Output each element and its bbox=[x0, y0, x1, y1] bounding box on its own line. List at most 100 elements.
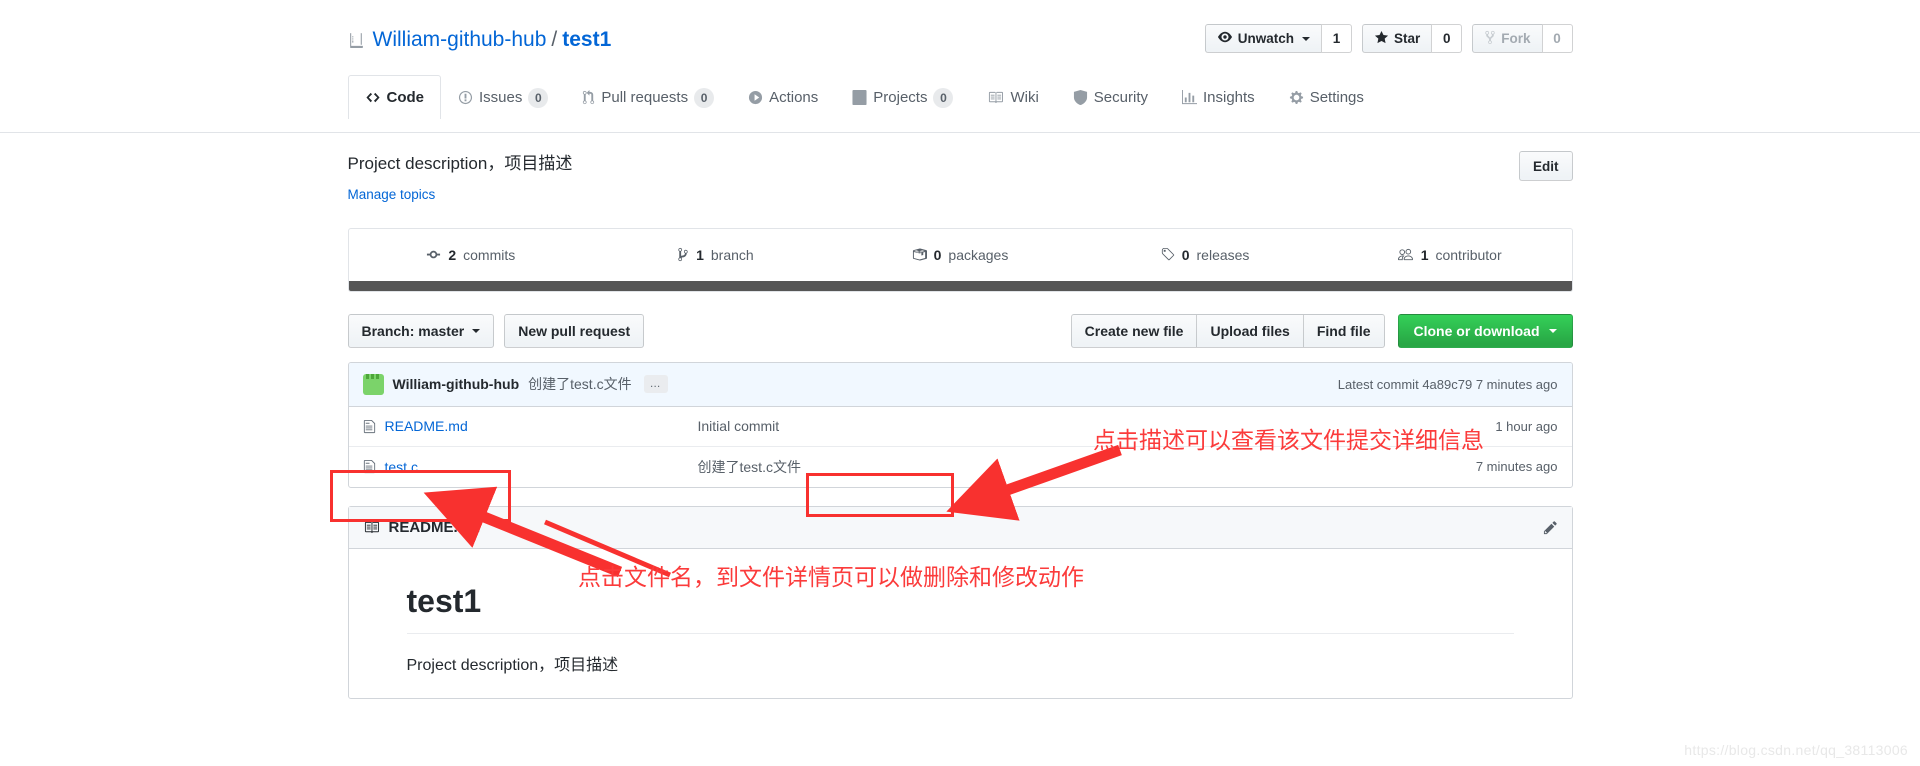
file-actions-bar: Branch: master New pull request Create n… bbox=[347, 313, 1573, 348]
gear-icon bbox=[1289, 90, 1304, 105]
latest-commit-row: William-github-hub 创建了test.c文件 … Latest … bbox=[348, 362, 1572, 407]
readme-paragraph: Project description，项目描述 bbox=[406, 656, 619, 674]
stat-branches[interactable]: 1 branch bbox=[593, 229, 838, 281]
clone-or-download-button[interactable]: Clone or download bbox=[1397, 313, 1573, 348]
code-icon bbox=[365, 90, 381, 105]
readme-heading: test1 bbox=[406, 581, 1514, 634]
repo-name-link[interactable]: test1 bbox=[562, 28, 611, 51]
file-commit-message-readme[interactable]: Initial commit bbox=[698, 418, 780, 434]
tab-code[interactable]: Code bbox=[347, 75, 441, 119]
stat-commits-label: commits bbox=[463, 246, 516, 263]
latest-commit-sha[interactable]: 4a89c79 bbox=[1422, 377, 1472, 392]
tag-icon bbox=[1160, 247, 1175, 262]
unwatch-button[interactable]: Unwatch bbox=[1204, 24, 1321, 53]
repo-description: Project description，项目描述 bbox=[347, 154, 573, 173]
star-label: Star bbox=[1393, 30, 1421, 46]
book-icon bbox=[363, 520, 380, 535]
tab-wiki-label: Wiki bbox=[1010, 89, 1039, 106]
tab-security[interactable]: Security bbox=[1056, 75, 1165, 119]
tab-projects-label: Projects bbox=[873, 89, 928, 106]
tab-issues-label: Issues bbox=[479, 89, 523, 106]
new-pull-request-button[interactable]: New pull request bbox=[504, 313, 645, 348]
git-pull-request-icon bbox=[582, 90, 595, 105]
eye-icon bbox=[1217, 30, 1233, 47]
latest-commit-label: Latest commit bbox=[1337, 376, 1419, 392]
repo-header-actions: Unwatch 1 Star 0 Fork 0 bbox=[1204, 24, 1573, 53]
commit-message-link[interactable]: 创建了test.c文件 bbox=[528, 374, 631, 394]
file-time-readme: 1 hour ago bbox=[1495, 418, 1558, 434]
readme-header: README.md bbox=[348, 506, 1572, 549]
file-icon bbox=[363, 419, 376, 434]
tab-insights-label: Insights bbox=[1202, 89, 1255, 106]
avatar bbox=[362, 373, 384, 395]
watch-count[interactable]: 1 bbox=[1320, 24, 1352, 53]
file-list-box: William-github-hub 创建了test.c文件 … Latest … bbox=[347, 361, 1573, 488]
commit-icon bbox=[426, 247, 441, 262]
tab-issues-count: 0 bbox=[528, 87, 549, 108]
stat-branches-number: 1 bbox=[696, 246, 704, 263]
chevron-down-icon bbox=[472, 328, 481, 333]
edit-description-button[interactable]: Edit bbox=[1519, 151, 1573, 181]
tab-settings-label: Settings bbox=[1309, 89, 1364, 106]
pencil-icon[interactable] bbox=[1543, 520, 1558, 535]
repo-stats-box: 2 commits 1 branch 0 packages 0 releases… bbox=[347, 227, 1573, 292]
commit-author-link[interactable]: William-github-hub bbox=[393, 376, 520, 392]
github-repo-page: William-github-hub / test1 Unwatch 1 Sta… bbox=[0, 0, 1920, 766]
tab-pull-requests[interactable]: Pull requests 0 bbox=[565, 75, 731, 119]
branch-icon bbox=[677, 247, 689, 262]
tab-settings[interactable]: Settings bbox=[1272, 75, 1381, 119]
latest-commit-time: 7 minutes ago bbox=[1475, 376, 1558, 392]
watermark: https://blog.csdn.net/qq_38113006 bbox=[1684, 742, 1908, 758]
page-title: William-github-hub / test1 bbox=[373, 27, 612, 52]
file-commit-message-testc[interactable]: 创建了test.c文件 bbox=[698, 459, 801, 475]
stat-contributors-label: contributor bbox=[1435, 246, 1502, 263]
branch-selector-label: Branch: master bbox=[361, 322, 465, 339]
repo-stats-list: 2 commits 1 branch 0 packages 0 releases… bbox=[349, 229, 1572, 281]
stat-releases-label: releases bbox=[1196, 246, 1250, 263]
chevron-down-icon bbox=[1301, 36, 1310, 41]
readme-box: README.md test1 Project description，项目描述 bbox=[347, 505, 1573, 699]
watch-button-group: Unwatch 1 bbox=[1204, 24, 1352, 53]
file-icon bbox=[363, 459, 376, 474]
repo-book-icon bbox=[348, 32, 365, 49]
stat-packages[interactable]: 0 packages bbox=[838, 229, 1083, 281]
fork-count[interactable]: 0 bbox=[1541, 24, 1573, 53]
graph-icon bbox=[1181, 90, 1197, 105]
stat-commits[interactable]: 2 commits bbox=[349, 229, 594, 281]
find-file-button[interactable]: Find file bbox=[1302, 313, 1385, 348]
table-row: README.md Initial commit 1 hour ago bbox=[348, 407, 1572, 447]
fork-button-group: Fork 0 bbox=[1472, 24, 1573, 53]
tab-projects-count: 0 bbox=[933, 87, 954, 108]
stat-packages-label: packages bbox=[948, 246, 1009, 263]
unwatch-label: Unwatch bbox=[1237, 30, 1294, 46]
table-row: test.c 创建了test.c文件 7 minutes ago bbox=[349, 447, 1572, 487]
commit-expand-ellipsis[interactable]: … bbox=[643, 375, 668, 393]
star-button[interactable]: Star bbox=[1361, 24, 1432, 53]
clone-or-download-label: Clone or download bbox=[1413, 322, 1540, 339]
fork-icon bbox=[1484, 30, 1496, 48]
manage-topics-link[interactable]: Manage topics bbox=[348, 187, 573, 202]
branch-selector-button[interactable]: Branch: master bbox=[347, 313, 495, 348]
repo-nav-tabs: Code Issues 0 Pull requests 0 Actions Pr… bbox=[347, 74, 1573, 119]
fork-button[interactable]: Fork bbox=[1472, 24, 1542, 53]
tab-projects[interactable]: Projects 0 bbox=[835, 75, 970, 119]
file-link-readme[interactable]: README.md bbox=[385, 418, 468, 434]
file-time-testc: 7 minutes ago bbox=[1475, 459, 1558, 474]
create-new-file-button[interactable]: Create new file bbox=[1070, 313, 1197, 348]
repo-owner-link[interactable]: William-github-hub bbox=[373, 28, 547, 51]
star-count[interactable]: 0 bbox=[1431, 24, 1463, 53]
stat-releases[interactable]: 0 releases bbox=[1082, 229, 1327, 281]
star-button-group: Star 0 bbox=[1361, 24, 1463, 53]
upload-files-button[interactable]: Upload files bbox=[1196, 313, 1303, 348]
tab-actions-label: Actions bbox=[769, 89, 819, 106]
stat-contributors[interactable]: 1 contributor bbox=[1327, 229, 1572, 281]
tab-insights[interactable]: Insights bbox=[1165, 75, 1272, 119]
latest-commit-info: Latest commit 4a89c79 7 minutes ago bbox=[1338, 377, 1558, 392]
tab-issues[interactable]: Issues 0 bbox=[441, 75, 565, 119]
play-icon bbox=[748, 90, 763, 105]
file-link-testc[interactable]: test.c bbox=[385, 459, 418, 475]
tab-actions[interactable]: Actions bbox=[731, 75, 835, 119]
tab-wiki[interactable]: Wiki bbox=[970, 75, 1055, 119]
language-bar bbox=[348, 280, 1572, 291]
stat-contributors-number: 1 bbox=[1420, 246, 1429, 263]
